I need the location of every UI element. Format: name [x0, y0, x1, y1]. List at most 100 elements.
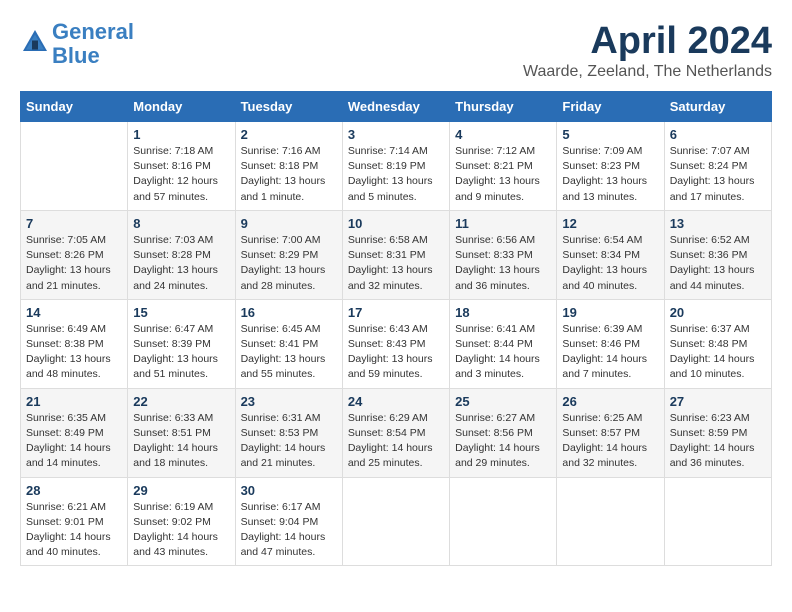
cell-info: Sunrise: 6:29 AMSunset: 8:54 PMDaylight:…: [348, 411, 444, 472]
cell-info: Sunrise: 6:31 AMSunset: 8:53 PMDaylight:…: [241, 411, 337, 472]
weekday-header-friday: Friday: [557, 92, 664, 122]
calendar-cell: 4Sunrise: 7:12 AMSunset: 8:21 PMDaylight…: [450, 122, 557, 211]
logo-icon: [20, 27, 50, 57]
calendar-cell: 30 Sunrise: 6:17 AMSunset: 9:04 PMDayligh…: [235, 477, 342, 566]
week-row-5: 28 Sunrise: 6:21 AMSunset: 9:01 PMDayligh…: [21, 477, 772, 566]
calendar-cell: 1Sunrise: 7:18 AMSunset: 8:16 PMDaylight…: [128, 122, 235, 211]
day-number: 8: [133, 216, 229, 231]
calendar-cell: 3 Sunrise: 7:14 AMSunset: 8:19 PMDaylight…: [342, 122, 449, 211]
cell-info: Sunrise: 6:52 AMSunset: 8:36 PMDaylight:…: [670, 233, 766, 294]
day-number: 11: [455, 216, 551, 231]
cell-info: Sunrise: 7:09 AMSunset: 8:23 PMDaylight:…: [562, 144, 658, 205]
calendar-cell: 21Sunrise: 6:35 AMSunset: 8:49 PMDayligh…: [21, 388, 128, 477]
cell-info: Sunrise: 6:45 AMSunset: 8:41 PMDaylight:…: [241, 322, 337, 383]
cell-info: Sunrise: 6:23 AMSunset: 8:59 PMDaylight:…: [670, 411, 766, 472]
weekday-header-thursday: Thursday: [450, 92, 557, 122]
calendar-cell: 5 Sunrise: 7:09 AMSunset: 8:23 PMDaylight…: [557, 122, 664, 211]
calendar-cell: [664, 477, 771, 566]
cell-info: Sunrise: 6:25 AMSunset: 8:57 PMDaylight:…: [562, 411, 658, 472]
day-number: 23: [241, 394, 337, 409]
cell-info: Sunrise: 6:19 AMSunset: 9:02 PMDaylight:…: [133, 500, 229, 561]
cell-info: Sunrise: 6:21 AMSunset: 9:01 PMDaylight:…: [26, 500, 122, 561]
calendar-cell: 29 Sunrise: 6:19 AMSunset: 9:02 PMDayligh…: [128, 477, 235, 566]
calendar-cell: 12Sunrise: 6:54 AMSunset: 8:34 PMDayligh…: [557, 210, 664, 299]
weekday-header-monday: Monday: [128, 92, 235, 122]
calendar-cell: [557, 477, 664, 566]
cell-info: Sunrise: 7:05 AMSunset: 8:26 PMDaylight:…: [26, 233, 122, 294]
calendar-cell: 10Sunrise: 6:58 AMSunset: 8:31 PMDayligh…: [342, 210, 449, 299]
calendar-cell: 19 Sunrise: 6:39 AMSunset: 8:46 PMDayligh…: [557, 299, 664, 388]
logo: General Blue: [20, 20, 134, 68]
calendar-cell: 8 Sunrise: 7:03 AMSunset: 8:28 PMDaylight…: [128, 210, 235, 299]
calendar-cell: 18Sunrise: 6:41 AMSunset: 8:44 PMDayligh…: [450, 299, 557, 388]
day-number: 20: [670, 305, 766, 320]
day-number: 22: [133, 394, 229, 409]
cell-info: Sunrise: 6:37 AMSunset: 8:48 PMDaylight:…: [670, 322, 766, 383]
cell-info: Sunrise: 7:14 AMSunset: 8:19 PMDaylight:…: [348, 144, 444, 205]
cell-info: Sunrise: 6:27 AMSunset: 8:56 PMDaylight:…: [455, 411, 551, 472]
calendar-cell: 2 Sunrise: 7:16 AMSunset: 8:18 PMDaylight…: [235, 122, 342, 211]
cell-info: Sunrise: 7:18 AMSunset: 8:16 PMDaylight:…: [133, 144, 229, 205]
day-number: 17: [348, 305, 444, 320]
calendar-table: SundayMondayTuesdayWednesdayThursdayFrid…: [20, 91, 772, 566]
calendar-cell: 7 Sunrise: 7:05 AMSunset: 8:26 PMDaylight…: [21, 210, 128, 299]
day-number: 5: [562, 127, 658, 142]
week-row-4: 21Sunrise: 6:35 AMSunset: 8:49 PMDayligh…: [21, 388, 772, 477]
day-number: 27: [670, 394, 766, 409]
weekday-header-sunday: Sunday: [21, 92, 128, 122]
cell-info: Sunrise: 7:07 AMSunset: 8:24 PMDaylight:…: [670, 144, 766, 205]
calendar-cell: 27 Sunrise: 6:23 AMSunset: 8:59 PMDayligh…: [664, 388, 771, 477]
cell-info: Sunrise: 6:54 AMSunset: 8:34 PMDaylight:…: [562, 233, 658, 294]
location: Waarde, Zeeland, The Netherlands: [523, 63, 772, 81]
month-title: April 2024: [523, 20, 772, 63]
cell-info: Sunrise: 6:47 AMSunset: 8:39 PMDaylight:…: [133, 322, 229, 383]
calendar-cell: 17 Sunrise: 6:43 AMSunset: 8:43 PMDayligh…: [342, 299, 449, 388]
cell-info: Sunrise: 6:56 AMSunset: 8:33 PMDaylight:…: [455, 233, 551, 294]
cell-info: Sunrise: 6:49 AMSunset: 8:38 PMDaylight:…: [26, 322, 122, 383]
day-number: 28: [26, 483, 122, 498]
day-number: 7: [26, 216, 122, 231]
day-number: 19: [562, 305, 658, 320]
day-number: 13: [670, 216, 766, 231]
day-number: 30: [241, 483, 337, 498]
cell-info: Sunrise: 6:58 AMSunset: 8:31 PMDaylight:…: [348, 233, 444, 294]
cell-info: Sunrise: 7:03 AMSunset: 8:28 PMDaylight:…: [133, 233, 229, 294]
week-row-3: 14 Sunrise: 6:49 AMSunset: 8:38 PMDayligh…: [21, 299, 772, 388]
week-row-1: 1Sunrise: 7:18 AMSunset: 8:16 PMDaylight…: [21, 122, 772, 211]
calendar-cell: 14 Sunrise: 6:49 AMSunset: 8:38 PMDayligh…: [21, 299, 128, 388]
day-number: 3: [348, 127, 444, 142]
weekday-header-row: SundayMondayTuesdayWednesdayThursdayFrid…: [21, 92, 772, 122]
cell-info: Sunrise: 6:43 AMSunset: 8:43 PMDaylight:…: [348, 322, 444, 383]
cell-info: Sunrise: 6:33 AMSunset: 8:51 PMDaylight:…: [133, 411, 229, 472]
day-number: 29: [133, 483, 229, 498]
calendar-cell: 20 Sunrise: 6:37 AMSunset: 8:48 PMDayligh…: [664, 299, 771, 388]
cell-info: Sunrise: 7:00 AMSunset: 8:29 PMDaylight:…: [241, 233, 337, 294]
cell-info: Sunrise: 6:17 AMSunset: 9:04 PMDaylight:…: [241, 500, 337, 561]
day-number: 2: [241, 127, 337, 142]
day-number: 9: [241, 216, 337, 231]
day-number: 15: [133, 305, 229, 320]
calendar-cell: 28 Sunrise: 6:21 AMSunset: 9:01 PMDayligh…: [21, 477, 128, 566]
cell-info: Sunrise: 7:16 AMSunset: 8:18 PMDaylight:…: [241, 144, 337, 205]
calendar-cell: [21, 122, 128, 211]
calendar-cell: 6 Sunrise: 7:07 AMSunset: 8:24 PMDaylight…: [664, 122, 771, 211]
weekday-header-wednesday: Wednesday: [342, 92, 449, 122]
calendar-cell: 24 Sunrise: 6:29 AMSunset: 8:54 PMDayligh…: [342, 388, 449, 477]
weekday-header-saturday: Saturday: [664, 92, 771, 122]
day-number: 14: [26, 305, 122, 320]
day-number: 21: [26, 394, 122, 409]
weekday-header-tuesday: Tuesday: [235, 92, 342, 122]
calendar-cell: 9 Sunrise: 7:00 AMSunset: 8:29 PMDaylight…: [235, 210, 342, 299]
calendar-cell: 25Sunrise: 6:27 AMSunset: 8:56 PMDayligh…: [450, 388, 557, 477]
cell-info: Sunrise: 6:41 AMSunset: 8:44 PMDaylight:…: [455, 322, 551, 383]
calendar-cell: [342, 477, 449, 566]
day-number: 24: [348, 394, 444, 409]
day-number: 6: [670, 127, 766, 142]
title-block: April 2024 Waarde, Zeeland, The Netherla…: [523, 20, 772, 81]
day-number: 16: [241, 305, 337, 320]
logo-text: General Blue: [52, 20, 134, 68]
cell-info: Sunrise: 6:39 AMSunset: 8:46 PMDaylight:…: [562, 322, 658, 383]
cell-info: Sunrise: 7:12 AMSunset: 8:21 PMDaylight:…: [455, 144, 551, 205]
day-number: 26: [562, 394, 658, 409]
calendar-cell: 15 Sunrise: 6:47 AMSunset: 8:39 PMDayligh…: [128, 299, 235, 388]
